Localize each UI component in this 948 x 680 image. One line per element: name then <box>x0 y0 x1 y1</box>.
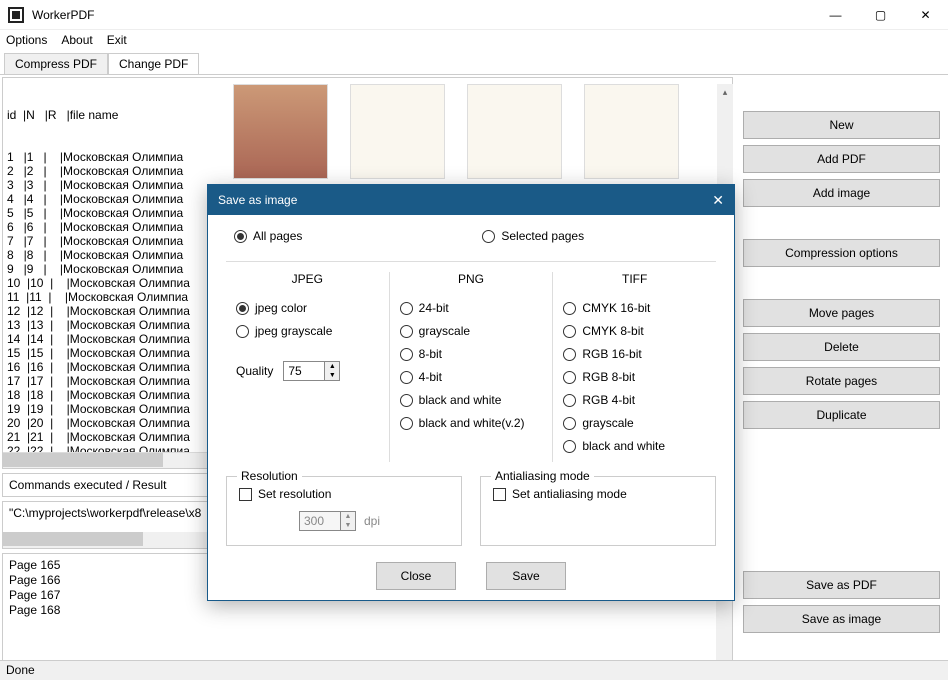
antialiasing-legend: Antialiasing mode <box>491 469 594 483</box>
jpeg-header: JPEG <box>236 272 379 286</box>
png-header: PNG <box>400 272 543 286</box>
radio-tiff-option[interactable]: CMYK 8-bit <box>563 324 706 338</box>
radio-tiff-option[interactable]: CMYK 16-bit <box>563 301 706 315</box>
radio-png-option[interactable]: 8-bit <box>400 347 543 361</box>
radio-tiff-option[interactable]: black and white <box>563 439 706 453</box>
dialog-save-button[interactable]: Save <box>486 562 566 590</box>
radio-icon <box>563 302 576 315</box>
dialog-close-icon[interactable]: ✕ <box>712 192 724 209</box>
resolution-group: Resolution Set resolution ▲▼ dpi <box>226 476 462 546</box>
spinner-up-icon[interactable]: ▲ <box>325 362 339 371</box>
radio-jpeg-color[interactable]: jpeg color <box>236 301 379 315</box>
jpeg-column: JPEG jpeg color jpeg grayscale Quality ▲… <box>226 272 389 462</box>
spinner-up-icon: ▲ <box>341 512 355 521</box>
radio-tiff-option[interactable]: RGB 4-bit <box>563 393 706 407</box>
radio-all-pages[interactable]: All pages <box>234 229 302 243</box>
radio-icon <box>400 394 413 407</box>
radio-icon <box>563 348 576 361</box>
dialog-close-button[interactable]: Close <box>376 562 456 590</box>
tiff-header: TIFF <box>563 272 706 286</box>
radio-selected-pages[interactable]: Selected pages <box>482 229 584 243</box>
dpi-unit: dpi <box>364 514 380 528</box>
radio-png-option[interactable]: grayscale <box>400 324 543 338</box>
radio-icon <box>563 325 576 338</box>
radio-icon <box>236 325 249 338</box>
radio-icon <box>563 440 576 453</box>
dpi-spinner: ▲▼ <box>299 511 356 531</box>
png-column: PNG 24-bit grayscale 8-bit 4-bit black and w… <box>389 272 553 462</box>
radio-jpeg-grayscale[interactable]: jpeg grayscale <box>236 324 379 338</box>
quality-spinner[interactable]: ▲▼ <box>283 361 340 381</box>
dialog-titlebar[interactable]: Save as image ✕ <box>208 185 734 215</box>
radio-icon <box>400 371 413 384</box>
set-resolution-checkbox[interactable]: Set resolution <box>239 487 449 501</box>
dialog-title: Save as image <box>218 193 297 207</box>
tiff-column: TIFF CMYK 16-bit CMYK 8-bit RGB 16-bit RGB … <box>552 272 716 462</box>
radio-icon <box>400 325 413 338</box>
radio-icon <box>400 417 413 430</box>
checkbox-icon <box>239 488 252 501</box>
radio-icon <box>563 417 576 430</box>
radio-icon <box>236 302 249 315</box>
radio-tiff-option[interactable]: RGB 8-bit <box>563 370 706 384</box>
antialiasing-group: Antialiasing mode Set antialiasing mode <box>480 476 716 546</box>
dpi-input <box>299 511 341 531</box>
radio-png-option[interactable]: 24-bit <box>400 301 543 315</box>
radio-icon <box>400 302 413 315</box>
spinner-down-icon: ▼ <box>341 521 355 530</box>
spinner-down-icon[interactable]: ▼ <box>325 371 339 380</box>
radio-icon <box>563 394 576 407</box>
radio-png-option[interactable]: black and white(v.2) <box>400 416 543 430</box>
checkbox-icon <box>493 488 506 501</box>
resolution-legend: Resolution <box>237 469 302 483</box>
radio-png-option[interactable]: 4-bit <box>400 370 543 384</box>
radio-png-option[interactable]: black and white <box>400 393 543 407</box>
radio-tiff-option[interactable]: RGB 16-bit <box>563 347 706 361</box>
radio-tiff-option[interactable]: grayscale <box>563 416 706 430</box>
set-antialiasing-checkbox[interactable]: Set antialiasing mode <box>493 487 703 501</box>
radio-icon <box>563 371 576 384</box>
quality-input[interactable] <box>283 361 325 381</box>
radio-icon <box>234 230 247 243</box>
radio-icon <box>400 348 413 361</box>
quality-label: Quality <box>236 364 273 378</box>
save-as-image-dialog: Save as image ✕ All pages Selected pages… <box>207 184 735 601</box>
radio-icon <box>482 230 495 243</box>
